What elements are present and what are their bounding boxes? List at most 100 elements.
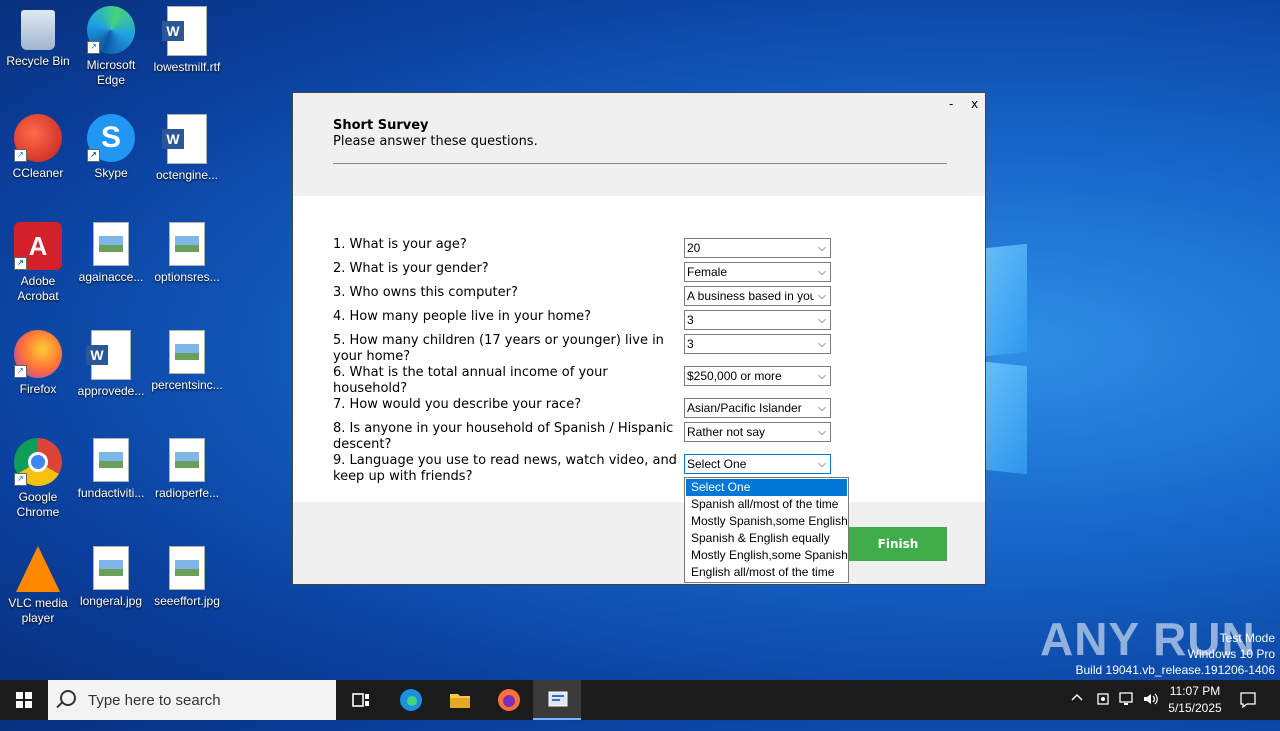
dropdown-option[interactable]: Mostly Spanish,some English [686,513,848,530]
survey-app-icon [548,691,568,707]
desktop-icon-chrome[interactable]: ↗ Google Chrome [0,432,76,520]
edge-icon: ↗ [87,6,135,54]
image-file-icon [93,438,129,482]
taskbar-survey-app[interactable] [533,680,581,720]
desktop-icon-recycle-bin[interactable]: Recycle Bin [0,0,76,69]
desktop-icon-label: VLC media player [8,596,68,625]
desktop-icon-skype[interactable]: S ↗ Skype [73,108,149,181]
tray-network[interactable] [1118,691,1136,731]
taskbar-firefox[interactable] [484,680,532,720]
desktop-icon-label: Microsoft Edge [86,58,136,87]
image-file-icon [169,330,205,374]
select-value: $250,000 or more [687,369,782,383]
notification-center-button[interactable] [1238,690,1258,730]
survey-window: - x Short Survey Please answer these que… [292,92,986,585]
image-file-icon [169,546,205,590]
desktop-icon-label: Skype [94,166,128,180]
desktop-icon-label: approvede... [77,384,145,398]
image-file-icon [169,438,205,482]
computer-owner-select[interactable]: A business based in you ⌵ [684,286,831,306]
question-9-label: 9. Language you use to read news, watch … [333,453,677,484]
desktop-icon-lowestmilf[interactable]: W lowestmilf.rtf [149,0,225,75]
windows-logo-wallpaper [985,238,1280,488]
clock-date: 5/15/2025 [1168,701,1222,715]
dropdown-option[interactable]: Spanish & English equally [686,530,847,547]
desktop-icon-fundactiviti[interactable]: fundactiviti... [73,432,149,501]
start-button[interactable] [0,680,48,720]
dropdown-option[interactable]: Select One [686,479,847,496]
dropdown-option[interactable]: English all/most of the time [686,564,847,581]
search-placeholder: Type here to search [88,692,221,709]
firefox-icon: ↗ [14,330,62,378]
race-select[interactable]: Asian/Pacific Islander ⌵ [684,398,831,418]
notification-icon [1240,692,1256,709]
chrome-icon: ↗ [14,438,62,486]
hispanic-descent-select[interactable]: Rather not say ⌵ [684,422,831,442]
desktop-icon-approvede[interactable]: W approvede... [73,324,149,399]
header-divider [333,163,947,164]
taskbar-edge[interactable] [386,680,434,720]
tray-device-icon[interactable] [1095,691,1111,731]
page-title: Short Survey [333,118,429,133]
desktop-icon-label: Recycle Bin [6,54,70,68]
chevron-down-icon: ⌵ [814,239,830,257]
page-subtitle: Please answer these questions. [333,134,538,149]
close-button[interactable]: x [971,97,978,111]
finish-button[interactable]: Finish [849,527,947,561]
show-hidden-icons[interactable] [1070,691,1084,731]
skype-icon: S ↗ [87,114,135,162]
build-line: Build 19041.vb_release.191206-1406 [1075,663,1276,677]
tray-volume[interactable] [1142,691,1160,731]
minimize-button[interactable]: - [949,97,953,111]
household-size-select[interactable]: 3 ⌵ [684,310,831,330]
taskbar-clock[interactable]: 11:07 PM 5/15/2025 [1160,683,1230,717]
select-value: A business based in you [687,289,817,303]
image-file-icon [93,546,129,590]
chevron-down-icon: ⌵ [814,335,830,353]
windows-start-icon [16,692,32,708]
children-count-select[interactable]: 3 ⌵ [684,334,831,354]
language-select[interactable]: Select One ⌵ [684,454,831,474]
search-icon [60,690,76,706]
desktop-icon-seeeffort[interactable]: seeeffort.jpg [149,540,225,609]
task-view-button[interactable] [336,680,384,720]
desktop-icon-percentsinc[interactable]: percentsinc... [149,324,225,393]
edge-icon [400,689,422,711]
volume-icon [1144,693,1158,705]
chevron-down-icon: ⌵ [814,367,830,385]
income-select[interactable]: $250,000 or more ⌵ [684,366,831,386]
word-document-icon: W [86,330,131,380]
image-file-icon [93,222,129,266]
desktop-icon-firefox[interactable]: ↗ Firefox [0,324,76,397]
chevron-up-icon [1071,694,1083,701]
desktop-icon-label: percentsinc... [151,378,223,392]
desktop-icon-label: lowestmilf.rtf [153,60,221,74]
select-value: 20 [687,241,701,255]
taskbar-search-box[interactable]: Type here to search [48,680,336,720]
dropdown-option[interactable]: Spanish all/most of the time [686,496,847,513]
desktop-icon-label: fundactiviti... [77,486,145,500]
desktop-icon-againacce[interactable]: againacce... [73,216,149,285]
dropdown-option[interactable]: Mostly English,some Spanish [686,547,848,564]
desktop-icon-vlc[interactable]: VLC media player [0,540,76,626]
desktop-icon-optionsres[interactable]: optionsres... [149,216,225,285]
age-select[interactable]: 20 ⌵ [684,238,831,258]
ccleaner-icon: ↗ [14,114,62,162]
gender-select[interactable]: Female ⌵ [684,262,831,282]
question-1-label: 1. What is your age? [333,237,467,252]
network-icon [1119,692,1133,705]
taskbar-file-explorer[interactable] [435,680,483,720]
question-7-label: 7. How would you describe your race? [333,397,582,412]
desktop-icon-octengine[interactable]: W octengine... [149,108,225,183]
desktop-icon-label: optionsres... [154,270,220,284]
image-file-icon [169,222,205,266]
edition-line: Windows 10 Pro [1187,647,1275,661]
recycle-bin-icon [21,10,55,50]
desktop-icon-edge[interactable]: ↗ Microsoft Edge [73,0,149,88]
select-value: Female [687,265,728,279]
desktop-icon-ccleaner[interactable]: ↗ CCleaner [0,108,76,181]
desktop-icon-label: Google Chrome [16,490,60,519]
desktop-icon-radioperfe[interactable]: radioperfe... [149,432,225,501]
desktop-icon-longeral[interactable]: longeral.jpg [73,540,149,609]
desktop-icon-acrobat[interactable]: A ↗ Adobe Acrobat [0,216,76,304]
